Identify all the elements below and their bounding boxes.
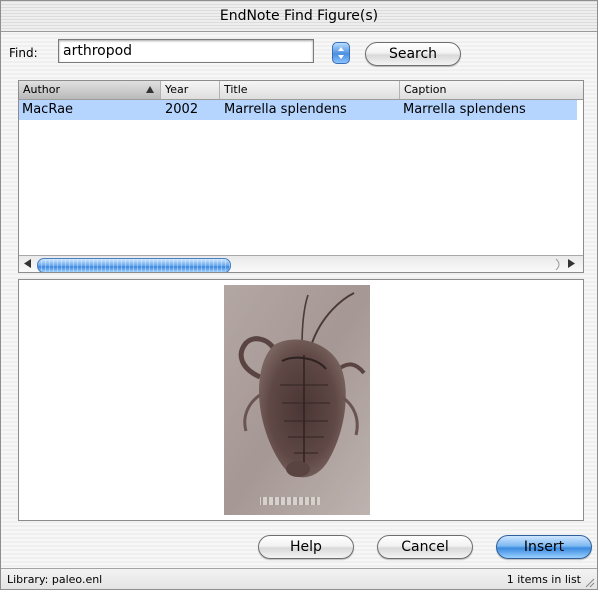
column-header-year[interactable]: Year xyxy=(161,81,220,99)
cell-caption: Marrella splendens xyxy=(403,102,526,117)
status-bar: Library: paleo.enl 1 items in list xyxy=(1,568,597,589)
scroll-left-icon[interactable] xyxy=(24,259,31,268)
horizontal-scrollbar[interactable] xyxy=(19,255,583,272)
title-bar[interactable]: EndNote Find Figure(s) xyxy=(1,1,597,32)
library-name: Library: paleo.enl xyxy=(7,573,103,586)
table-header: Author Year Title Caption xyxy=(19,81,583,100)
item-count: 1 items in list xyxy=(506,573,581,586)
sort-ascending-icon xyxy=(146,86,154,93)
cell-author: MacRae xyxy=(22,102,74,117)
scrollbar-thumb[interactable] xyxy=(37,258,231,272)
help-button[interactable]: Help xyxy=(258,535,354,559)
window-title: EndNote Find Figure(s) xyxy=(219,8,379,24)
fossil-image xyxy=(224,285,370,515)
column-header-caption[interactable]: Caption xyxy=(400,81,583,99)
table-row[interactable]: MacRae 2002 Marrella splendens Marrella … xyxy=(19,100,577,120)
cell-year: 2002 xyxy=(165,102,199,117)
resize-grip-icon[interactable] xyxy=(584,577,595,588)
find-label: Find: xyxy=(9,46,38,60)
column-header-title[interactable]: Title xyxy=(220,81,400,99)
scroll-track-end-icon xyxy=(555,258,560,271)
figure-preview-panel xyxy=(18,279,584,521)
cancel-button[interactable]: Cancel xyxy=(377,535,473,559)
search-button[interactable]: Search xyxy=(365,42,461,66)
scroll-right-icon[interactable] xyxy=(568,259,575,268)
stepper-icon[interactable] xyxy=(332,42,350,64)
column-header-author[interactable]: Author xyxy=(19,81,161,99)
insert-button[interactable]: Insert xyxy=(496,535,592,559)
find-figures-window: EndNote Find Figure(s) Find: Search Auth… xyxy=(0,0,598,590)
cell-title: Marrella splendens xyxy=(224,102,347,117)
find-input[interactable] xyxy=(58,39,314,63)
results-list[interactable]: Author Year Title Caption MacRae 2002 Ma… xyxy=(18,80,584,273)
